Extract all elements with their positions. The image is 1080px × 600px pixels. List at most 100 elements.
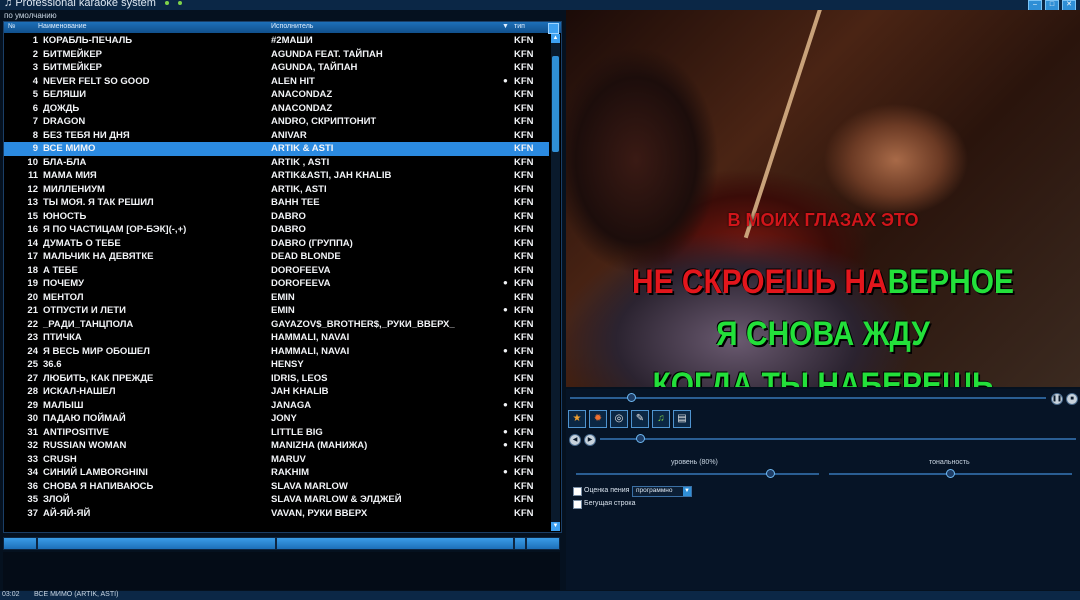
table-row[interactable]: 16 Я ПО ЧАСТИЦАМ [OP-БЭК](-,+) DABRO KFN [4,223,549,237]
column-menu-button[interactable] [548,23,559,34]
search-icon[interactable]: ◎ [610,410,628,428]
table-row[interactable]: 12 МИЛЛЕНИУМ ARTIK, ASTI KFN [4,183,549,197]
row-num: 8 [32,129,38,141]
list-scrollbar[interactable]: ▲ ▼ [551,34,560,531]
scroll-down-icon[interactable]: ▼ [551,522,560,531]
table-row[interactable]: 31 ANTIPOSITIVE LITTLE BIG ● KFN [4,426,549,440]
score-mode-select[interactable]: программно ▼ [632,486,692,497]
header-artist[interactable]: Исполнитель [271,23,313,30]
scroll-up-icon[interactable]: ▲ [551,34,560,43]
table-row[interactable]: 1 КОРАБЛЬ-ПЕЧАЛЬ #2МАШИ KFN [4,34,549,48]
row-title: ТЫ МОЯ. Я ТАК РЕШИЛ [43,197,154,208]
prev-button[interactable]: ◀ [569,434,581,446]
table-row[interactable]: 32 RUSSIAN WOMAN MANIZHA (МАНИЖА) ● KFN [4,439,549,453]
row-type: KFN [514,332,534,343]
table-row[interactable]: 24 Я ВЕСЬ МИР ОБОШЕЛ HAMMALI, NAVAI ● KFN [4,345,549,359]
row-num: 25 [27,359,38,370]
table-row[interactable]: 10 БЛА-БЛА ARTIK , ASTI KFN [4,156,549,170]
table-row[interactable]: 8 БЕЗ ТЕБЯ НИ ДНЯ ANIVAR KFN [4,129,549,143]
table-row[interactable]: 35 ЗЛОЙ SLAVA MARLOW & ЭЛДЖЕЙ KFN [4,493,549,507]
table-row[interactable]: 27 ЛЮБИТЬ, КАК ПРЕЖДЕ IDRIS, LEOS KFN [4,372,549,386]
table-row[interactable]: 23 ПТИЧКА HAMMALI, NAVAI KFN [4,331,549,345]
position-bar[interactable] [600,438,1076,440]
filter-extra-field[interactable] [515,538,525,549]
table-row[interactable]: 6 ДОЖДЬ ANACONDAZ KFN [4,102,549,116]
position-knob[interactable] [636,434,645,443]
row-artist: DABRO (ГРУППА) [271,237,353,249]
scrollbar-thumb[interactable] [552,56,559,152]
header-num[interactable]: № [8,23,16,30]
table-row[interactable]: 14 ДУМАТЬ О ТЕБЕ DABRO (ГРУППА) KFN [4,237,549,251]
table-row[interactable]: 15 ЮНОСТЬ DABRO KFN [4,210,549,224]
sort-arrow-icon[interactable]: ▼ [502,23,509,30]
pen-icon[interactable]: ✎ [631,410,649,428]
row-artist: JONY [271,413,297,424]
gear-icon[interactable]: ✹ [589,410,607,428]
ticker-checkbox[interactable] [573,500,582,509]
row-title: DRAGON [43,116,86,127]
row-marker: ● [503,399,508,409]
table-row[interactable]: 20 МЕНТОЛ EMIN KFN [4,291,549,305]
row-type: KFN [514,453,534,465]
row-title: ANTIPOSITIVE [43,426,109,438]
table-row[interactable]: 11 МАМА МИЯ ARTIK&ASTI, JAH KHALIB KFN [4,169,549,183]
table-row[interactable]: 19 ПОЧЕМУ DOROFEEVA ● KFN [4,277,549,291]
table-row[interactable]: 28 ИСКАЛ-НАШЕЛ JAH KHALIB KFN [4,385,549,399]
table-row[interactable]: 33 CRUSH MARUV KFN [4,453,549,467]
row-title: БИТМЕЙКЕР [43,48,103,60]
note-icon[interactable]: ▤ [673,410,691,428]
sort-mode[interactable]: по умолчанию [4,11,57,20]
next-button[interactable]: ▶ [584,434,596,446]
filter-artist-field[interactable] [277,538,513,549]
row-num: 4 [32,75,38,87]
row-title: Я ВЕСЬ МИР ОБОШЕЛ [43,345,150,357]
volume-slider[interactable] [576,473,819,475]
table-row[interactable]: 18 А ТЕБЕ DOROFEEVA KFN [4,264,549,278]
filter-num-field[interactable] [4,538,36,549]
filter-title-field[interactable] [38,538,275,549]
table-row[interactable]: 17 МАЛЬЧИК НА ДЕВЯТКЕ DEAD BLONDE KFN [4,250,549,264]
music-icon[interactable]: ♫ [652,410,670,428]
row-num: 23 [27,332,38,343]
table-row[interactable]: 30 ПАДАЮ ПОЙМАЙ JONY KFN [4,412,549,426]
header-title[interactable]: Наименование [38,23,87,30]
table-row[interactable]: 29 МАЛЫШ JANAGA ● KFN [4,399,549,413]
table-row[interactable]: 5 БЕЛЯШИ ANACONDAZ KFN [4,88,549,102]
pause-button[interactable]: ❚❚ [1051,393,1063,405]
table-row[interactable]: 4 NEVER FELT SO GOOD ALEN HIT ● KFN [4,75,549,89]
playback-seek-bar[interactable] [570,397,1046,399]
table-row[interactable]: 21 ОТПУСТИ И ЛЕТИ EMIN ● KFN [4,304,549,318]
volume-knob[interactable] [766,469,776,478]
row-marker: ● [503,426,508,436]
row-num: 10 [27,156,38,168]
table-row[interactable]: 13 ТЫ МОЯ. Я ТАК РЕШИЛ BAHH TEE KFN [4,196,549,210]
list-header: № Наименование Исполнитель ▼ тип [4,22,561,34]
score-checkbox[interactable] [573,487,582,496]
filter-type-field[interactable] [527,538,559,549]
table-row[interactable]: 2 БИТМЕЙКЕР AGUNDA FEAT. ТАЙПАН KFN [4,48,549,62]
row-num: 7 [32,116,38,127]
table-row[interactable]: 22 _РАДИ_ТАНЦПОЛА GAYAZOV$_BROTHER$,_РУКИ_… [4,318,549,332]
seek-knob[interactable] [627,393,636,402]
table-row[interactable]: 37 АЙ-ЯЙ-ЯЙ VAVAN, РУКИ ВВЕРХ KFN [4,507,549,521]
stop-button[interactable]: ■ [1066,393,1078,405]
key-knob[interactable] [946,469,955,478]
table-row[interactable]: 3 БИТМЕЙКЕР AGUNDA, ТАЙПАН KFN [4,61,549,75]
row-title: ИСКАЛ-НАШЕЛ [43,386,116,397]
table-row[interactable]: 36 СНОВА Я НАПИВАЮСЬ SLAVA MARLOW KFN [4,480,549,494]
table-row[interactable]: 7 DRAGON ANDRO, СКРИПТОНИТ KFN [4,115,549,129]
row-title: ПАДАЮ ПОЙМАЙ [43,413,126,424]
row-artist: MANIZHA (МАНИЖА) [271,440,368,451]
row-num: 31 [27,426,38,438]
table-row[interactable]: 25 36.6 HENSY KFN [4,358,549,372]
row-type: KFN [514,345,534,357]
row-artist: AGUNDA, ТАЙПАН [271,62,358,73]
header-type[interactable]: тип [514,23,525,30]
table-row[interactable]: 34 СИНИЙ LAMBORGHINI RAKHIM ● KFN [4,466,549,480]
star-icon[interactable]: ★ [568,410,586,428]
row-title: МАЛЬЧИК НА ДЕВЯТКЕ [43,251,154,262]
row-artist: ARTIK&ASTI, JAH KHALIB [271,170,392,181]
table-row[interactable]: 9 ВСЕ МИМО ARTIK & ASTI KFN [4,142,549,156]
lyric-line-3: Я СНОВА ЖДУ [716,315,930,353]
chevron-down-icon[interactable]: ▼ [683,487,691,496]
